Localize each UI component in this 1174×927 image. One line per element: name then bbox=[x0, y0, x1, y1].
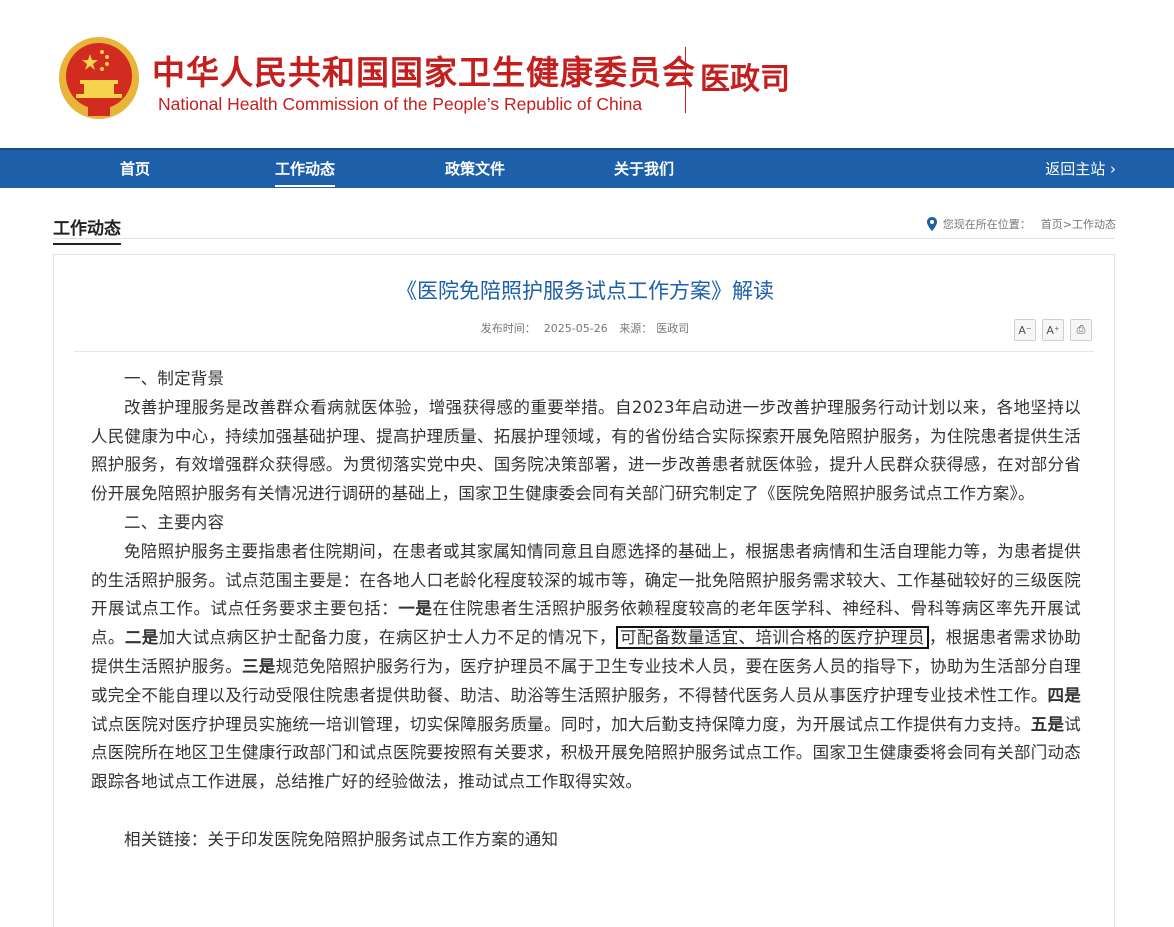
related-links: 相关链接：关于印发医院免陪照护服务试点工作方案的通知 bbox=[91, 826, 1081, 855]
highlighted-phrase: 可配备数量适宜、培训合格的医疗护理员 bbox=[615, 626, 929, 650]
location-pin-icon bbox=[926, 217, 937, 231]
article-tools: A⁻ A⁺ ⎙ bbox=[1014, 319, 1092, 341]
back-to-main-link[interactable]: 返回主站 › bbox=[1045, 150, 1116, 188]
heading-main-content: 二、主要内容 bbox=[124, 512, 225, 532]
paragraph-background: 改善护理服务是改善群众看病就医体验，增强获得感的重要举措。自2023年启动进一步… bbox=[91, 397, 1081, 504]
meta-date: 2025-05-26 bbox=[543, 322, 608, 335]
site-title-en: National Health Commission of the People… bbox=[158, 94, 643, 114]
nav-item-policy[interactable]: 政策文件 bbox=[445, 150, 505, 188]
site-header: 中华人民共和国国家卫生健康委员会 National Health Commiss… bbox=[0, 0, 1174, 148]
section-title: 工作动态 bbox=[53, 214, 121, 245]
meta-date-label: 发布时间： bbox=[480, 322, 536, 335]
nav-item-about[interactable]: 关于我们 bbox=[614, 150, 674, 188]
article-panel: 《医院免陪照护服务试点工作方案》解读 发布时间： 2025-05-26 来源： 医政… bbox=[53, 254, 1115, 927]
title-divider bbox=[685, 47, 686, 113]
site-title-cn: 中华人民共和国国家卫生健康委员会 bbox=[152, 53, 696, 92]
nav-item-work-news[interactable]: 工作动态 bbox=[275, 150, 336, 188]
breadcrumb-path[interactable]: 首页>工作动态 bbox=[1041, 216, 1116, 232]
keyword-fifth: 五是 bbox=[1030, 714, 1065, 734]
nav-item-home[interactable]: 首页 bbox=[120, 150, 150, 188]
article-body: 一、制定背景 改善护理服务是改善群众看病就医体验，增强获得感的重要举措。自202… bbox=[91, 365, 1081, 855]
meta-source: 医政司 bbox=[656, 322, 690, 335]
keyword-fourth: 四是 bbox=[1047, 685, 1081, 705]
keyword-second: 二是 bbox=[124, 628, 159, 648]
text-segment: 试点医院对医疗护理员实施统一培训管理，切实保障服务质量。同时，加大后勤支持保障力… bbox=[91, 714, 1031, 734]
keyword-third: 三是 bbox=[242, 656, 276, 676]
breadcrumb: 您现在所在位置： 首页>工作动态 bbox=[926, 216, 1116, 232]
related-label: 相关链接： bbox=[124, 829, 208, 849]
main-nav: 首页 工作动态 政策文件 关于我们 返回主站 › bbox=[0, 148, 1174, 188]
national-emblem-icon bbox=[59, 37, 139, 119]
print-icon[interactable]: ⎙ bbox=[1070, 319, 1092, 341]
font-decrease-icon[interactable]: A⁻ bbox=[1014, 319, 1036, 341]
department-name: 医政司 bbox=[700, 62, 790, 97]
heading-background: 一、制定背景 bbox=[124, 369, 225, 388]
keyword-first: 一是 bbox=[398, 599, 433, 619]
article-divider bbox=[74, 351, 1094, 352]
paragraph-main-content: 免陪照护服务主要指患者住院期间，在患者或其家属知情同意且自愿选择的基础上，根据患… bbox=[91, 538, 1081, 797]
article-title: 《医院免陪照护服务试点工作方案》解读 bbox=[396, 279, 774, 303]
font-increase-icon[interactable]: A⁺ bbox=[1042, 319, 1064, 341]
article-meta: 发布时间： 2025-05-26 来源： 医政司 bbox=[54, 320, 1116, 336]
meta-source-label: 来源： bbox=[619, 322, 653, 335]
text-segment: 加大试点病区护士配备力度，在病区护士人力不足的情况下， bbox=[158, 628, 616, 648]
location-label: 您现在所在位置： bbox=[942, 218, 1031, 231]
related-link[interactable]: 关于印发医院免陪照护服务试点工作方案的通知 bbox=[208, 830, 559, 849]
section-divider bbox=[53, 238, 1115, 239]
